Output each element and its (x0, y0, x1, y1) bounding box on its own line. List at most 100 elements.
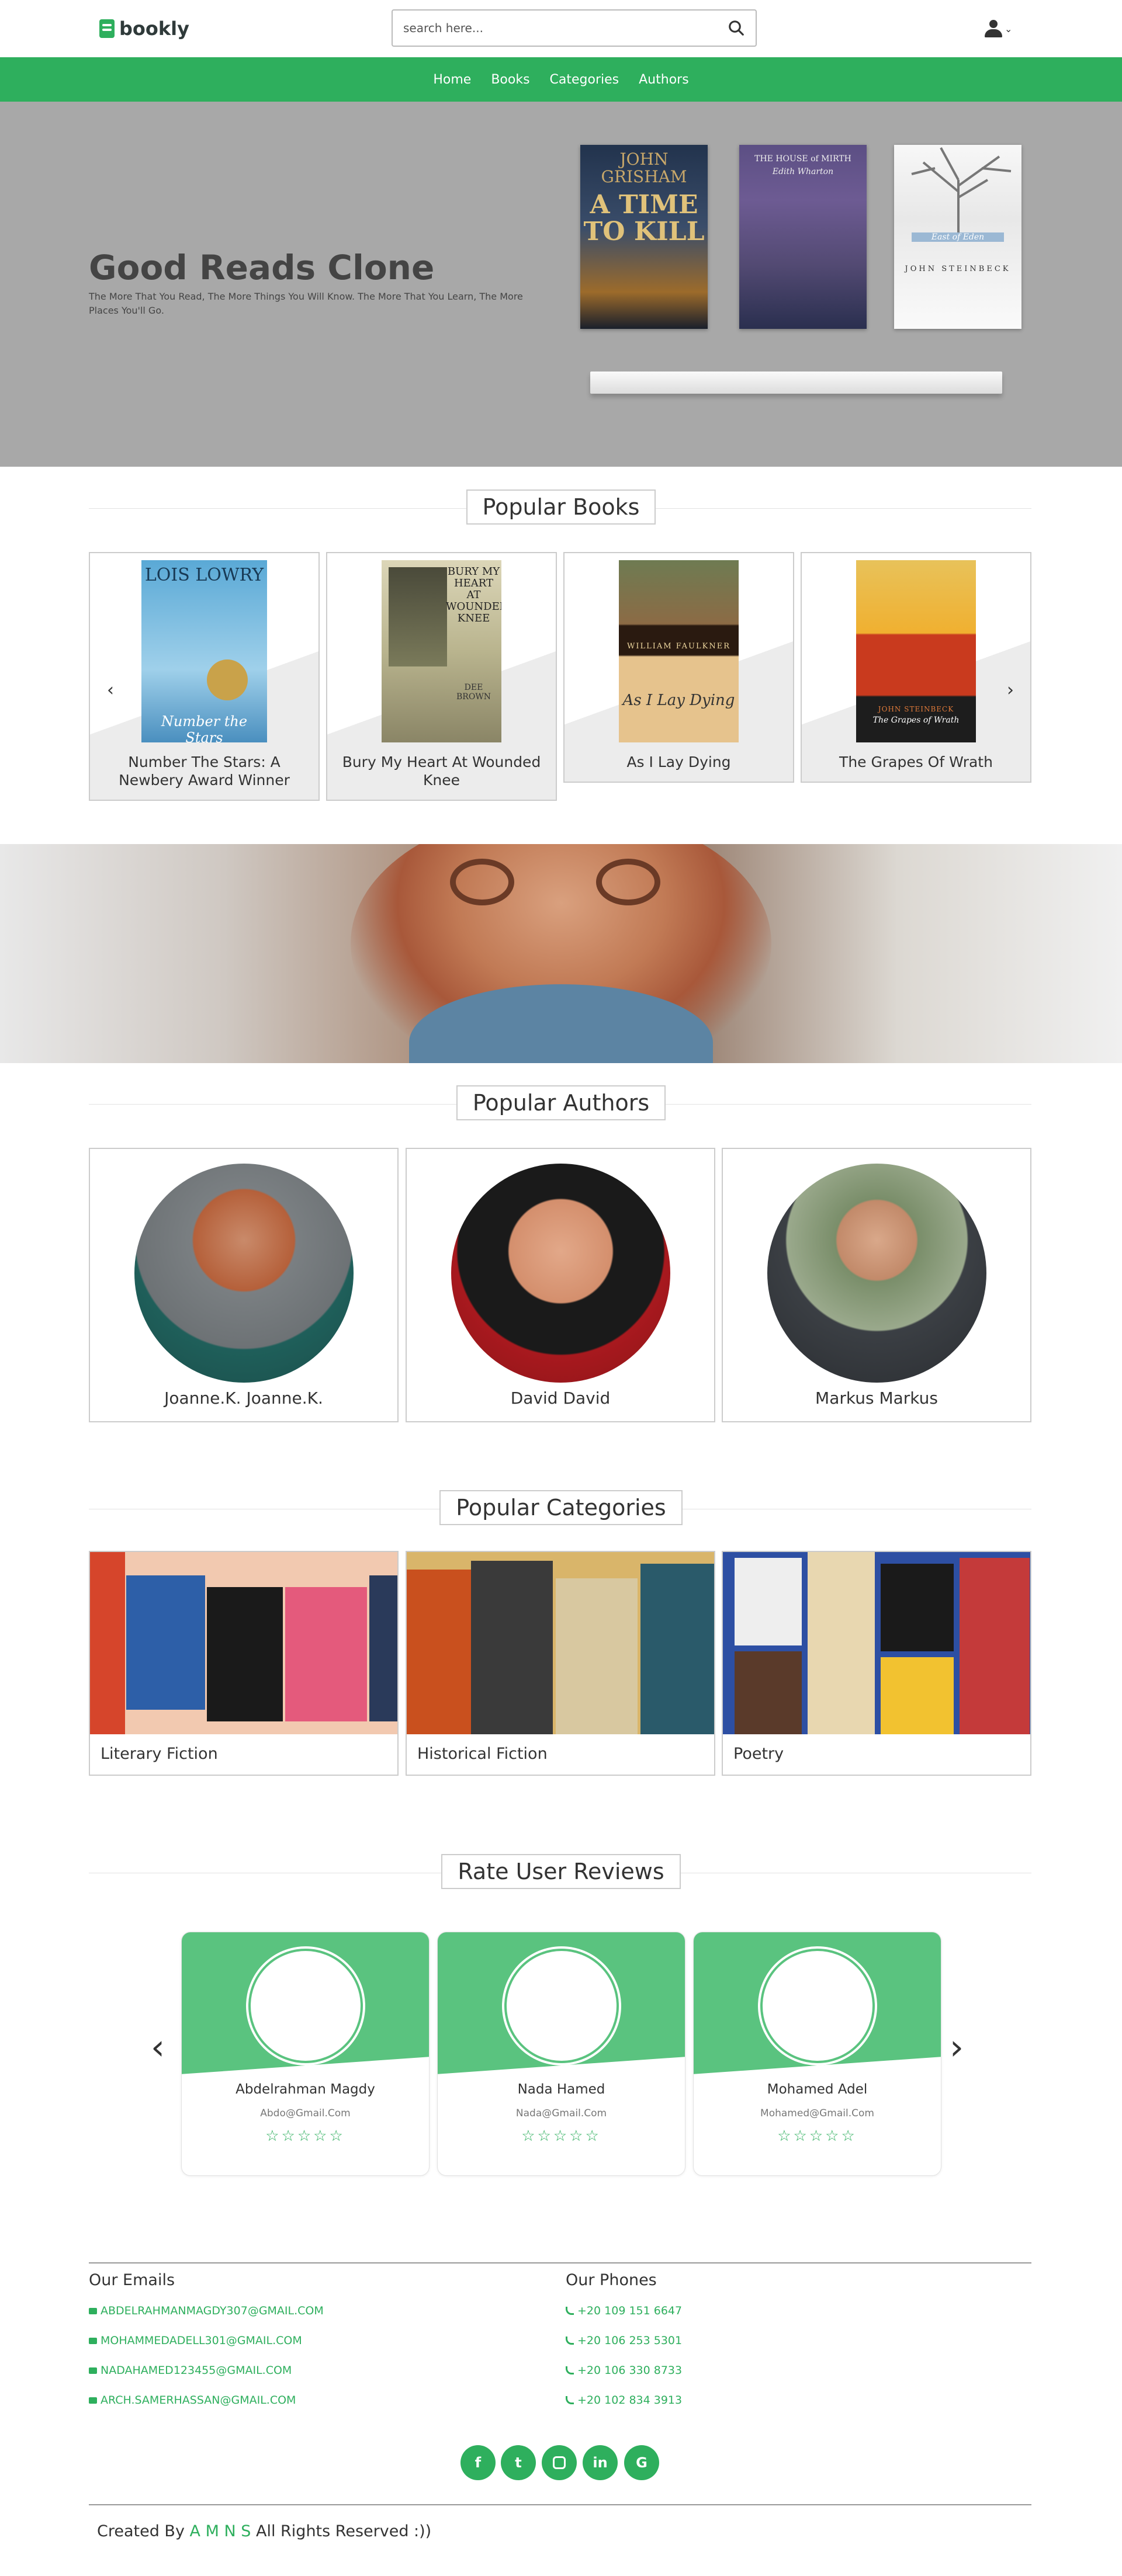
author-name[interactable]: Joanne.K. Joanne.K. (90, 1388, 397, 1408)
logo[interactable]: bookly (99, 18, 189, 40)
credits-name[interactable]: A M N S (190, 2522, 251, 2540)
phone-text: +20 106 253 5301 (577, 2334, 683, 2347)
author-name[interactable]: Markus Markus (723, 1388, 1030, 1408)
author-card[interactable]: Joanne.K. Joanne.K. (89, 1148, 399, 1422)
search-input[interactable]: search here... (392, 9, 757, 47)
book-title[interactable]: Bury My Heart At Wounded Knee (327, 742, 556, 800)
hero-book-cover[interactable]: JOHN GRISHAM A TIME TO KILL (580, 145, 708, 329)
category-image (407, 1552, 714, 1734)
star-rating[interactable]: ☆☆☆☆☆ (182, 2127, 429, 2145)
book-title[interactable]: As I Lay Dying (565, 742, 793, 782)
email-link[interactable]: MOHAMMEDADELL301@GMAIL.COM (89, 2334, 302, 2347)
category-card[interactable]: Historical Fiction (406, 1551, 715, 1776)
phone-text: +20 109 151 6647 (577, 2304, 683, 2317)
search-icon[interactable] (728, 19, 745, 37)
google-icon[interactable]: G (624, 2445, 659, 2480)
credits-text: Created By A M N S All Rights Reserved :… (97, 2522, 431, 2540)
carousel-prev-button[interactable]: ‹ (96, 676, 124, 704)
nav-home[interactable]: Home (433, 72, 471, 87)
footer-divider (89, 2504, 1031, 2505)
book-card[interactable]: WILLIAM FAULKNER As I Lay Dying As I Lay… (563, 552, 794, 783)
credits-suffix: All Rights Reserved :)) (255, 2522, 432, 2540)
hero-book-cover[interactable]: East of Eden JOHN STEINBECK (894, 145, 1021, 329)
cover-author: WILLIAM FAULKNER (627, 642, 730, 651)
phone-link[interactable]: +20 106 330 8733 (566, 2364, 682, 2377)
star-rating[interactable]: ☆☆☆☆☆ (438, 2127, 685, 2145)
phone-link[interactable]: +20 109 151 6647 (566, 2304, 682, 2317)
avatar (762, 1951, 872, 2061)
review-card-header (438, 1932, 685, 2078)
section-title: Popular Authors (456, 1085, 666, 1120)
chevron-left-icon: ‹ (151, 2027, 165, 2068)
user-menu[interactable]: ⌄ (985, 20, 1012, 37)
nav-books[interactable]: Books (491, 72, 529, 87)
phone-link[interactable]: +20 106 253 5301 (566, 2334, 682, 2347)
popular-books-heading: Popular Books (0, 489, 1122, 525)
cover-author: DEE BROWN (456, 683, 491, 702)
popular-authors-heading: Popular Authors (0, 1085, 1122, 1120)
cover-author: JOHN STEINBECK (878, 705, 954, 713)
book-card[interactable]: JOHN STEINBECK The Grapes of Wrath The G… (801, 552, 1031, 783)
category-name[interactable]: Poetry (723, 1734, 1030, 1773)
medal-icon (207, 659, 248, 700)
linkedin-icon[interactable]: in (583, 2445, 618, 2480)
hero-section: Good Reads Clone The More That You Read,… (0, 102, 1122, 467)
email-link[interactable]: ARCH.SAMERHASSAN@GMAIL.COM (89, 2394, 296, 2407)
book-title[interactable]: The Grapes Of Wrath (802, 742, 1030, 782)
envelope-icon (89, 2367, 97, 2374)
logo-text: bookly (119, 18, 189, 40)
review-card[interactable]: Abdelrahman Magdy Abdo@Gmail.Com ☆☆☆☆☆ (181, 1932, 430, 2176)
phone-text: +20 102 834 3913 (577, 2394, 683, 2407)
phone-text: +20 106 330 8733 (577, 2364, 683, 2377)
cover-title: As I Lay Dying (622, 692, 735, 709)
nav-categories[interactable]: Categories (550, 72, 619, 87)
carousel-next-button[interactable]: › (996, 676, 1024, 704)
glasses-left-lens (450, 859, 514, 905)
phone-link[interactable]: +20 102 834 3913 (566, 2394, 682, 2407)
category-card[interactable]: Literary Fiction (89, 1551, 399, 1776)
book-shelf (590, 372, 1002, 394)
category-image (90, 1552, 397, 1734)
reviews-prev-button[interactable]: ‹ (151, 2027, 165, 2068)
section-title: Popular Books (466, 489, 656, 525)
author-name[interactable]: David David (407, 1388, 714, 1408)
email-text: ARCH.SAMERHASSAN@GMAIL.COM (101, 2394, 296, 2407)
category-name[interactable]: Literary Fiction (90, 1734, 397, 1773)
email-text: ABDELRAHMANMAGDY307@GMAIL.COM (101, 2304, 324, 2317)
section-title: Rate User Reviews (441, 1854, 681, 1889)
book-card[interactable]: BURY MY HEART AT WOUNDED KNEE DEE BROWN … (326, 552, 557, 801)
email-link[interactable]: ABDELRAHMANMAGDY307@GMAIL.COM (89, 2304, 324, 2317)
envelope-icon (89, 2307, 97, 2314)
phone-icon (566, 2337, 574, 2345)
review-card[interactable]: Mohamed Adel Mohamed@Gmail.Com ☆☆☆☆☆ (693, 1932, 941, 2176)
envelope-icon (89, 2337, 97, 2344)
envelope-icon (89, 2397, 97, 2404)
star-rating[interactable]: ☆☆☆☆☆ (694, 2127, 941, 2145)
cover-author: Edith Wharton (772, 167, 834, 176)
email-link[interactable]: NADAHAMED123455@GMAIL.COM (89, 2364, 292, 2377)
reviews-heading: Rate User Reviews (0, 1854, 1122, 1889)
hero-title: Good Reads Clone (89, 248, 435, 287)
hero-book-cover[interactable]: THE HOUSE of MIRTH Edith Wharton (739, 145, 867, 329)
author-card[interactable]: Markus Markus (722, 1148, 1031, 1422)
avatar (250, 1951, 361, 2061)
email-text: MOHAMMEDADELL301@GMAIL.COM (101, 2334, 302, 2347)
reviews-next-button[interactable]: › (950, 2027, 964, 2068)
category-card[interactable]: Poetry (722, 1551, 1031, 1776)
email-text: NADAHAMED123455@GMAIL.COM (101, 2364, 292, 2377)
nav-authors[interactable]: Authors (639, 72, 689, 87)
twitter-icon[interactable]: t (501, 2445, 536, 2480)
category-image (723, 1552, 1030, 1734)
emails-heading: Our Emails (89, 2271, 175, 2289)
facebook-icon[interactable]: f (460, 2445, 496, 2480)
popular-categories-heading: Popular Categories (0, 1490, 1122, 1525)
phone-icon (566, 2396, 574, 2404)
cover-title: A TIME TO KILL (583, 190, 705, 247)
instagram-icon[interactable] (542, 2445, 577, 2480)
author-card[interactable]: David David (406, 1148, 715, 1422)
phone-icon (566, 2307, 574, 2315)
book-title[interactable]: Number The Stars: A Newbery Award Winner (90, 742, 318, 800)
category-name[interactable]: Historical Fiction (407, 1734, 714, 1773)
review-card[interactable]: Nada Hamed Nada@Gmail.Com ☆☆☆☆☆ (437, 1932, 685, 2176)
reviewer-email: Mohamed@Gmail.Com (760, 2108, 874, 2119)
